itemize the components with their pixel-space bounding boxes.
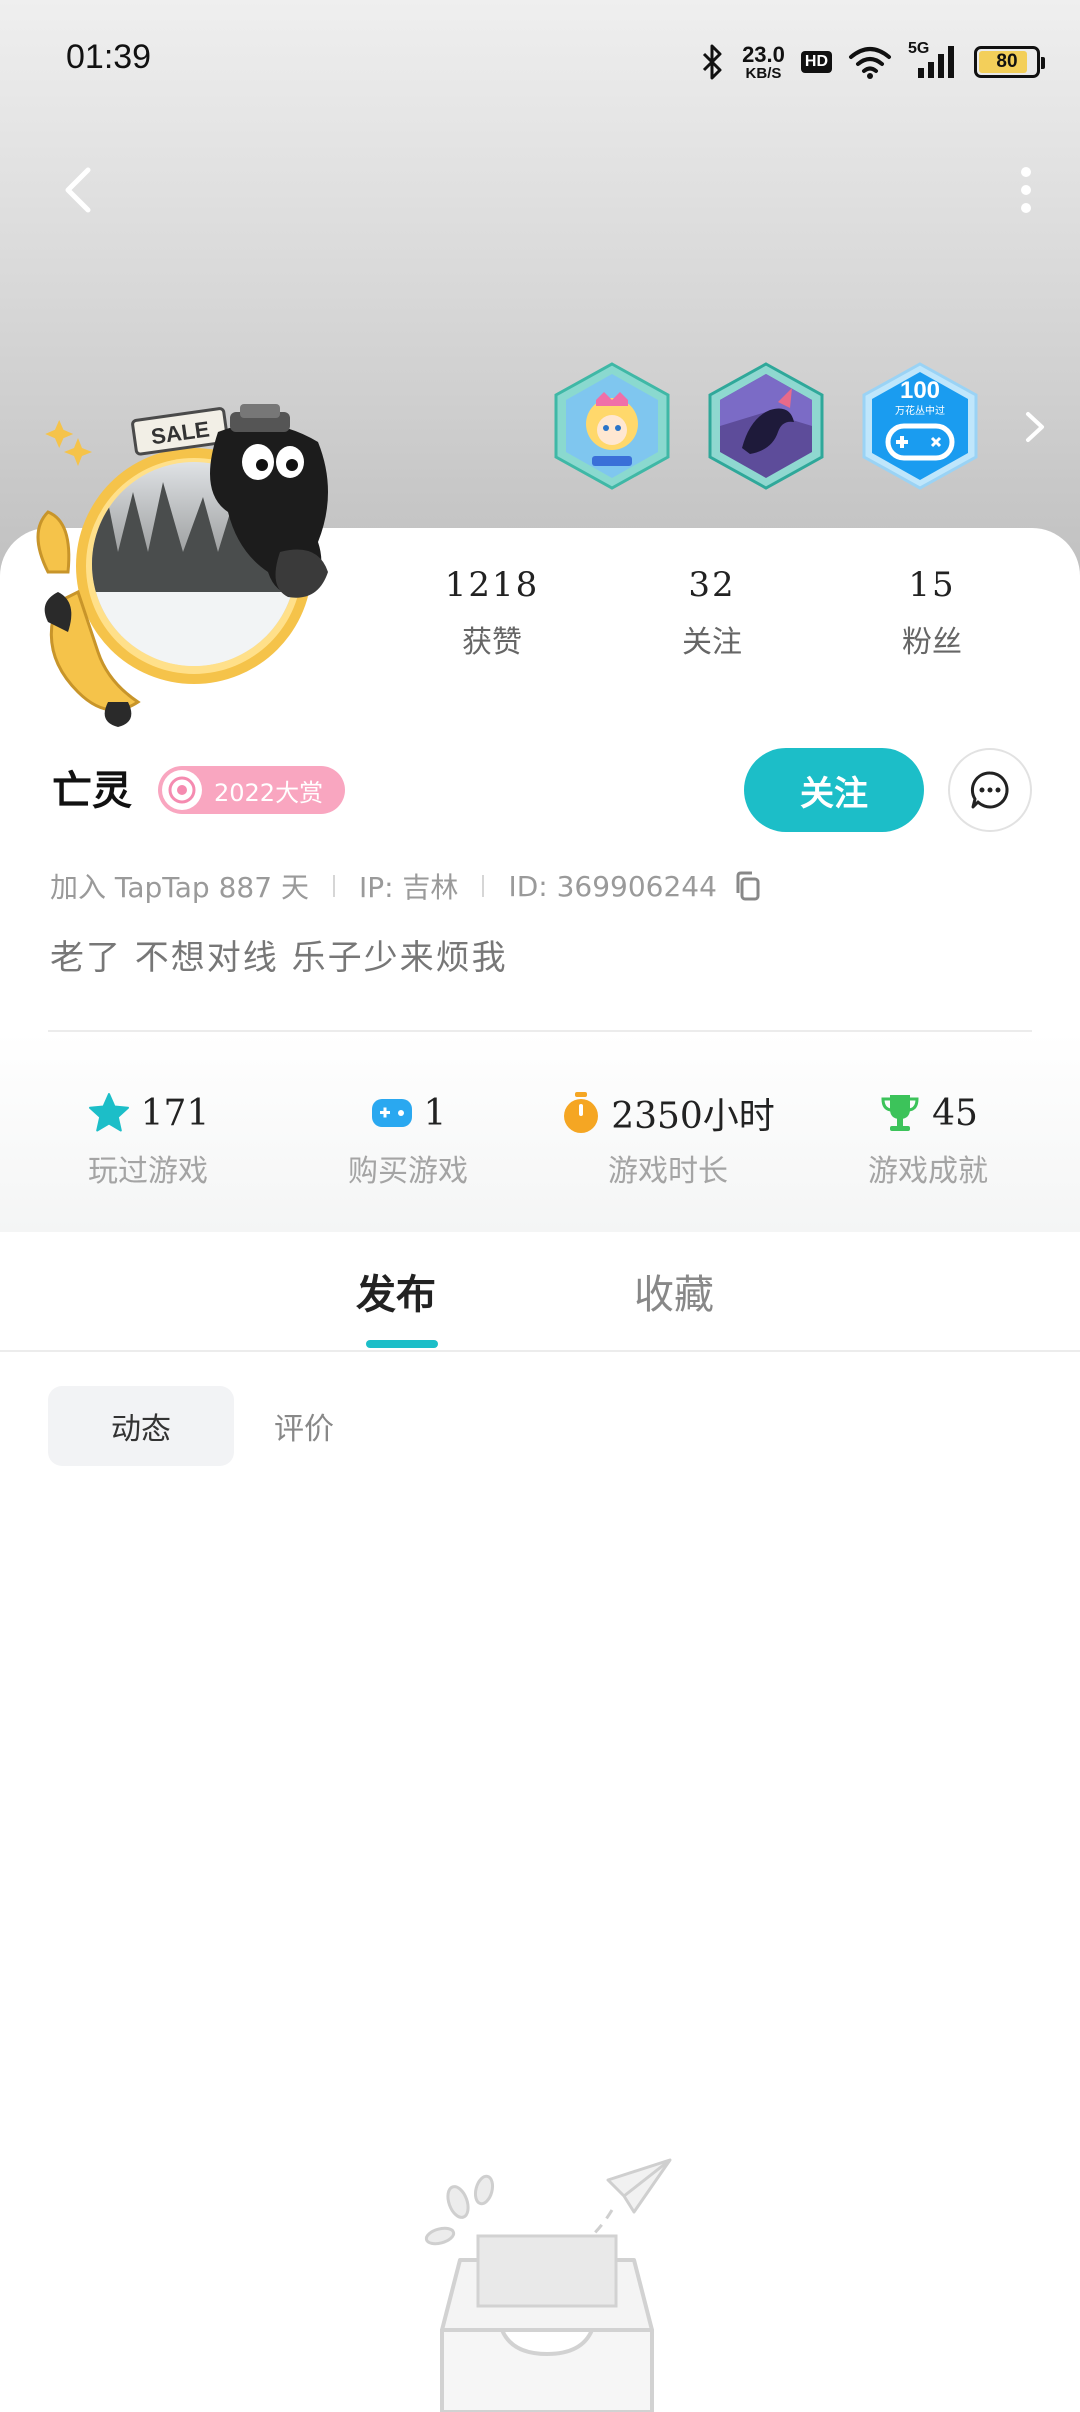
game-stats: 171 玩过游戏 1 购买游戏 2350小时 游戏时长 45 游戏成就	[0, 1088, 1080, 1190]
network-speed: 23.0 KB/S	[742, 41, 785, 82]
fans-stat[interactable]: 15 粉丝	[822, 565, 1042, 661]
back-chevron-icon[interactable]	[52, 160, 112, 220]
username: 亡灵	[52, 768, 132, 814]
chat-bubble-icon	[970, 771, 1009, 809]
bluetooth-icon	[703, 44, 722, 80]
battery-indicator: 80	[974, 46, 1045, 78]
status-bar: 01:39 23.0 KB/S HD 5G 80	[0, 0, 1080, 125]
more-vertical-icon[interactable]	[996, 160, 1056, 220]
active-tab-indicator	[366, 1340, 438, 1348]
svg-text:100: 100	[900, 377, 940, 404]
content-tabs: 发布 收藏	[0, 1232, 1080, 1352]
100-gamepad-badge-icon[interactable]: 100 万花丛中过	[860, 362, 980, 490]
join-days: 加入 TapTap 887 天	[50, 871, 309, 904]
empty-inbox-icon	[424, 2158, 672, 2412]
played-games-stat[interactable]: 171 玩过游戏	[18, 1088, 278, 1190]
ip-location: IP: 吉林	[358, 871, 459, 904]
follow-button[interactable]: 关注	[744, 748, 924, 832]
gamepad-icon	[371, 1099, 412, 1127]
purchased-games-stat[interactable]: 1 购买游戏	[278, 1088, 538, 1190]
award-seal-icon	[162, 770, 202, 810]
tab-publish[interactable]: 发布	[356, 1262, 436, 1320]
user-id: ID: 369906244	[508, 869, 717, 903]
copy-icon[interactable]	[731, 869, 765, 903]
star-icon	[88, 1093, 129, 1132]
subtab-reviews[interactable]: 评价	[264, 1386, 344, 1466]
profile-meta: 加入 TapTap 887 天 IP: 吉林 ID: 369906244	[50, 866, 765, 906]
badges-more-chevron-icon[interactable]	[1014, 402, 1054, 452]
message-button[interactable]	[948, 748, 1032, 832]
meta-separator	[332, 875, 335, 897]
cell-signal: 5G	[908, 40, 958, 80]
wifi-icon	[849, 47, 891, 79]
tab-favorites[interactable]: 收藏	[634, 1262, 714, 1320]
year-award-badge[interactable]: 2022大赏	[158, 766, 346, 814]
signal-bars-icon	[918, 46, 954, 78]
play-time-stat[interactable]: 2350小时 游戏时长	[538, 1088, 798, 1190]
sub-tabs: 动态 评价	[48, 1386, 344, 1466]
svg-text:万花丛中过: 万花丛中过	[895, 404, 945, 417]
avatar[interactable]: SALE	[18, 402, 338, 732]
trophy-icon	[881, 1095, 919, 1131]
year-award-label: 2022大赏	[214, 778, 324, 807]
dark-creature-badge-icon[interactable]	[706, 362, 826, 490]
status-time: 01:39	[66, 38, 152, 76]
achievements-stat[interactable]: 45 游戏成就	[798, 1088, 1058, 1190]
status-icons: 23.0 KB/S HD 5G 80	[700, 36, 1045, 88]
profile-stats: 1218 获赞 32 关注 15 粉丝	[382, 565, 1042, 661]
anime-girl-badge-icon[interactable]	[552, 362, 672, 490]
badge-list: 100 万花丛中过	[552, 362, 980, 490]
hd-badge: HD	[800, 51, 832, 73]
subtab-moments[interactable]: 动态	[48, 1386, 234, 1466]
likes-stat[interactable]: 1218 获赞	[382, 565, 602, 661]
stopwatch-icon	[564, 1092, 599, 1133]
meta-separator	[482, 875, 485, 897]
following-stat[interactable]: 32 关注	[602, 565, 822, 661]
user-bio: 老了 不想对线 乐子少来烦我	[50, 938, 508, 978]
